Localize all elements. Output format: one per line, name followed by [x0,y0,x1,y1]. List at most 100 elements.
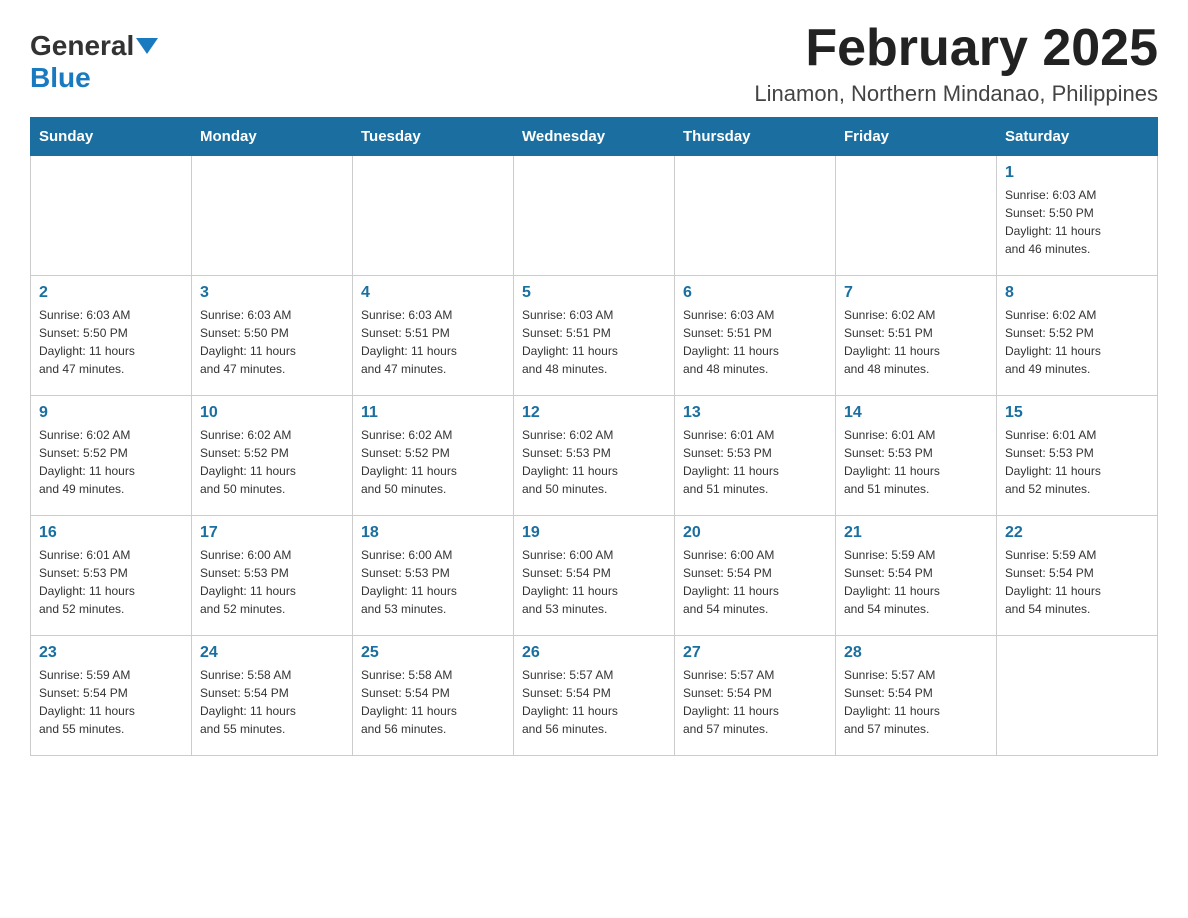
calendar-week-row: 2Sunrise: 6:03 AM Sunset: 5:50 PM Daylig… [31,276,1158,396]
page-header: General Blue February 2025 Linamon, Nort… [30,20,1158,107]
cell-day-number: 18 [361,524,505,542]
calendar-cell: 15Sunrise: 6:01 AM Sunset: 5:53 PM Dayli… [997,396,1158,516]
cell-day-number: 26 [522,644,666,662]
calendar-cell: 12 Sunrise: 6:02 AM Sunset: 5:53 PM Dayli… [514,396,675,516]
calendar-cell: 19 Sunrise: 6:00 AM Sunset: 5:54 PM Dayli… [514,516,675,636]
calendar-cell: 28Sunrise: 5:57 AM Sunset: 5:54 PM Dayli… [836,636,997,756]
calendar-week-row: 16 Sunrise: 6:01 AM Sunset: 5:53 PM Dayli… [31,516,1158,636]
cell-day-info: Sunrise: 6:03 AM Sunset: 5:50 PM Dayligh… [39,306,183,378]
calendar-cell: 21Sunrise: 5:59 AM Sunset: 5:54 PM Dayli… [836,516,997,636]
calendar-cell: 26Sunrise: 5:57 AM Sunset: 5:54 PM Dayli… [514,636,675,756]
cell-day-number: 9 [39,404,183,422]
calendar-cell: 8Sunrise: 6:02 AM Sunset: 5:52 PM Daylig… [997,276,1158,396]
cell-day-info: Sunrise: 5:57 AM Sunset: 5:54 PM Dayligh… [683,666,827,738]
cell-day-info: Sunrise: 6:02 AM Sunset: 5:51 PM Dayligh… [844,306,988,378]
cell-day-info: Sunrise: 6:00 AM Sunset: 5:53 PM Dayligh… [200,546,344,618]
calendar-cell: 16 Sunrise: 6:01 AM Sunset: 5:53 PM Dayli… [31,516,192,636]
cell-day-info: Sunrise: 5:59 AM Sunset: 5:54 PM Dayligh… [1005,546,1149,618]
cell-day-number: 12 [522,404,666,422]
cell-day-number: 24 [200,644,344,662]
calendar-week-row: 1 Sunrise: 6:03 AM Sunset: 5:50 PM Daylig… [31,156,1158,276]
calendar-cell: 9 Sunrise: 6:02 AM Sunset: 5:52 PM Daylig… [31,396,192,516]
calendar-cell [353,156,514,276]
calendar-table: SundayMondayTuesdayWednesdayThursdayFrid… [30,117,1158,756]
cell-day-info: Sunrise: 5:58 AM Sunset: 5:54 PM Dayligh… [200,666,344,738]
cell-day-info: Sunrise: 6:02 AM Sunset: 5:52 PM Dayligh… [1005,306,1149,378]
calendar-cell: 11 Sunrise: 6:02 AM Sunset: 5:52 PM Dayli… [353,396,514,516]
cell-day-info: Sunrise: 6:03 AM Sunset: 5:51 PM Dayligh… [522,306,666,378]
cell-day-number: 27 [683,644,827,662]
cell-day-info: Sunrise: 6:03 AM Sunset: 5:51 PM Dayligh… [683,306,827,378]
weekday-header-sunday: Sunday [31,118,192,156]
calendar-cell: 20 Sunrise: 6:00 AM Sunset: 5:54 PM Dayli… [675,516,836,636]
weekday-header-thursday: Thursday [675,118,836,156]
calendar-cell [31,156,192,276]
calendar-cell: 13 Sunrise: 6:01 AM Sunset: 5:53 PM Dayli… [675,396,836,516]
cell-day-info: Sunrise: 6:02 AM Sunset: 5:53 PM Dayligh… [522,426,666,498]
cell-day-info: Sunrise: 6:00 AM Sunset: 5:53 PM Dayligh… [361,546,505,618]
logo-triangle-icon [136,36,158,58]
cell-day-info: Sunrise: 6:03 AM Sunset: 5:50 PM Dayligh… [1005,186,1149,258]
cell-day-info: Sunrise: 6:02 AM Sunset: 5:52 PM Dayligh… [200,426,344,498]
location-title: Linamon, Northern Mindanao, Philippines [754,81,1158,107]
weekday-header-wednesday: Wednesday [514,118,675,156]
cell-day-number: 22 [1005,524,1149,542]
calendar-cell [192,156,353,276]
cell-day-number: 11 [361,404,505,422]
cell-day-info: Sunrise: 6:01 AM Sunset: 5:53 PM Dayligh… [683,426,827,498]
cell-day-info: Sunrise: 6:01 AM Sunset: 5:53 PM Dayligh… [39,546,183,618]
cell-day-number: 16 [39,524,183,542]
cell-day-number: 25 [361,644,505,662]
calendar-week-row: 9 Sunrise: 6:02 AM Sunset: 5:52 PM Daylig… [31,396,1158,516]
calendar-cell: 18 Sunrise: 6:00 AM Sunset: 5:53 PM Dayli… [353,516,514,636]
cell-day-number: 23 [39,644,183,662]
cell-day-number: 19 [522,524,666,542]
cell-day-number: 1 [1005,164,1149,182]
logo: General Blue [30,20,158,94]
calendar-cell: 1 Sunrise: 6:03 AM Sunset: 5:50 PM Daylig… [997,156,1158,276]
calendar-cell [675,156,836,276]
weekday-header-tuesday: Tuesday [353,118,514,156]
calendar-cell [997,636,1158,756]
logo-general: General [30,30,134,62]
cell-day-info: Sunrise: 5:59 AM Sunset: 5:54 PM Dayligh… [39,666,183,738]
cell-day-info: Sunrise: 6:00 AM Sunset: 5:54 PM Dayligh… [522,546,666,618]
calendar-cell: 3 Sunrise: 6:03 AM Sunset: 5:50 PM Daylig… [192,276,353,396]
month-title: February 2025 [754,20,1158,77]
cell-day-number: 21 [844,524,988,542]
calendar-cell: 22 Sunrise: 5:59 AM Sunset: 5:54 PM Dayli… [997,516,1158,636]
cell-day-number: 4 [361,284,505,302]
calendar-cell: 25Sunrise: 5:58 AM Sunset: 5:54 PM Dayli… [353,636,514,756]
cell-day-info: Sunrise: 6:02 AM Sunset: 5:52 PM Dayligh… [39,426,183,498]
calendar-cell: 23 Sunrise: 5:59 AM Sunset: 5:54 PM Dayli… [31,636,192,756]
logo-blue: Blue [30,62,91,93]
title-section: February 2025 Linamon, Northern Mindanao… [754,20,1158,107]
cell-day-number: 5 [522,284,666,302]
cell-day-number: 13 [683,404,827,422]
cell-day-info: Sunrise: 6:02 AM Sunset: 5:52 PM Dayligh… [361,426,505,498]
calendar-cell [514,156,675,276]
cell-day-number: 3 [200,284,344,302]
cell-day-info: Sunrise: 6:01 AM Sunset: 5:53 PM Dayligh… [1005,426,1149,498]
cell-day-number: 6 [683,284,827,302]
cell-day-info: Sunrise: 6:03 AM Sunset: 5:50 PM Dayligh… [200,306,344,378]
cell-day-number: 20 [683,524,827,542]
calendar-cell: 10 Sunrise: 6:02 AM Sunset: 5:52 PM Dayli… [192,396,353,516]
calendar-cell: 7Sunrise: 6:02 AM Sunset: 5:51 PM Daylig… [836,276,997,396]
cell-day-info: Sunrise: 6:01 AM Sunset: 5:53 PM Dayligh… [844,426,988,498]
weekday-header-friday: Friday [836,118,997,156]
cell-day-number: 17 [200,524,344,542]
calendar-cell: 2Sunrise: 6:03 AM Sunset: 5:50 PM Daylig… [31,276,192,396]
calendar-cell: 5 Sunrise: 6:03 AM Sunset: 5:51 PM Daylig… [514,276,675,396]
cell-day-info: Sunrise: 5:57 AM Sunset: 5:54 PM Dayligh… [844,666,988,738]
weekday-header-saturday: Saturday [997,118,1158,156]
calendar-cell: 4Sunrise: 6:03 AM Sunset: 5:51 PM Daylig… [353,276,514,396]
cell-day-number: 10 [200,404,344,422]
calendar-cell: 24 Sunrise: 5:58 AM Sunset: 5:54 PM Dayli… [192,636,353,756]
calendar-cell: 14 Sunrise: 6:01 AM Sunset: 5:53 PM Dayli… [836,396,997,516]
weekday-header-monday: Monday [192,118,353,156]
calendar-cell: 6 Sunrise: 6:03 AM Sunset: 5:51 PM Daylig… [675,276,836,396]
cell-day-number: 14 [844,404,988,422]
cell-day-info: Sunrise: 6:00 AM Sunset: 5:54 PM Dayligh… [683,546,827,618]
calendar-header-row: SundayMondayTuesdayWednesdayThursdayFrid… [31,118,1158,156]
